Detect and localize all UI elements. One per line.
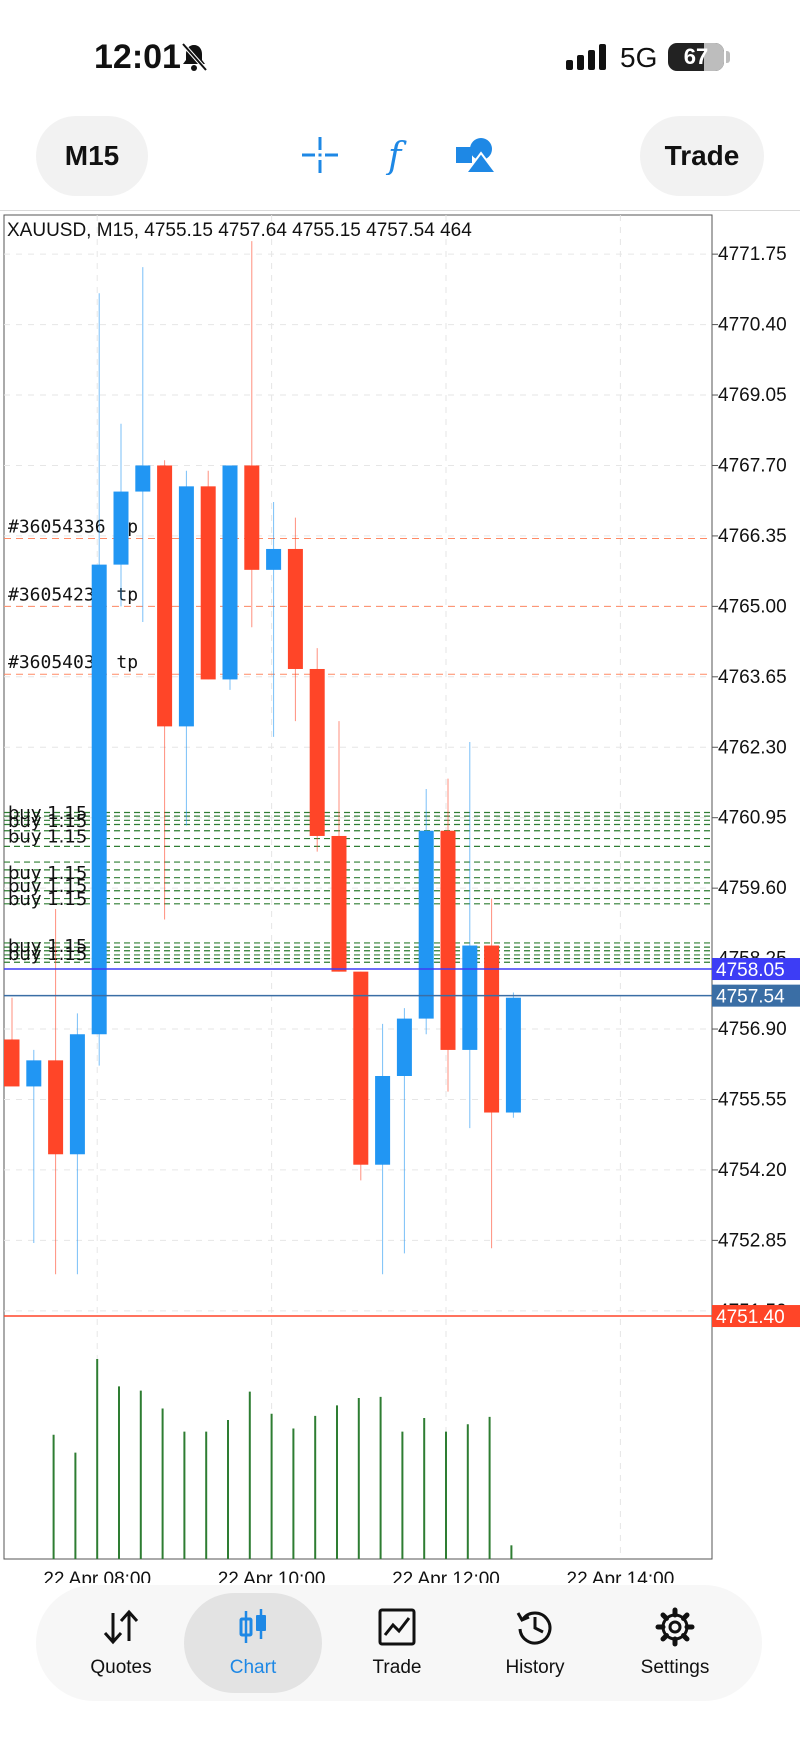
status-bar: 12:01 5G 67	[0, 0, 800, 110]
candle-body[interactable]	[26, 1060, 42, 1087]
bid-level-badge-text: 4758.05	[716, 960, 785, 981]
candle-body[interactable]	[396, 1018, 412, 1076]
battery-tip	[726, 51, 730, 63]
crosshair-icon[interactable]	[295, 130, 345, 180]
candle-body[interactable]	[4, 1039, 20, 1087]
trade-chart-icon	[377, 1607, 417, 1647]
price-tick-label: 4763.65	[718, 667, 787, 688]
time-tick-label: 22 Apr 08:00	[43, 1569, 151, 1583]
candle-body[interactable]	[375, 1076, 391, 1165]
tp-label: #36054239 tp	[8, 584, 138, 605]
quotes-arrows-icon	[101, 1607, 141, 1647]
candle-body[interactable]	[178, 486, 194, 727]
price-chart[interactable]: 4771.75 4770.40 4769.05 4767.70 4766.35 4765.…	[0, 211, 800, 1583]
battery-icon: 67	[668, 43, 724, 71]
status-time: 12:01	[94, 38, 181, 76]
price-tick-label: 4760.95	[718, 808, 787, 829]
nav-history[interactable]: History	[466, 1593, 604, 1693]
battery-level: 67	[683, 44, 709, 69]
time-tick-label: 22 Apr 12:00	[392, 1569, 500, 1583]
buy-order-label: buy 1.15	[8, 944, 87, 965]
candle-body[interactable]	[135, 465, 151, 492]
candle-body[interactable]	[462, 945, 478, 1050]
candle-body[interactable]	[505, 997, 521, 1113]
history-clock-icon	[515, 1607, 555, 1647]
price-tick-label: 4755.55	[718, 1089, 787, 1110]
time-tick-label: 22 Apr 14:00	[567, 1569, 675, 1583]
price-tick-label: 4770.40	[718, 315, 787, 336]
candle-body[interactable]	[484, 945, 500, 1113]
candle-body[interactable]	[113, 491, 129, 565]
chart-frame	[3, 214, 713, 1560]
nav-settings-label: Settings	[640, 1657, 710, 1678]
candle-body[interactable]	[91, 564, 107, 1035]
price-tick-label: 4771.75	[718, 244, 787, 265]
candle-body[interactable]	[69, 1034, 85, 1155]
timeframe-button[interactable]: M15	[36, 116, 148, 196]
buy-order-label: buy 1.15	[8, 889, 87, 910]
price-tick-label: 4759.60	[718, 878, 787, 899]
indicator-f-icon[interactable]: f	[373, 130, 423, 180]
candle-body[interactable]	[287, 548, 303, 669]
candle-body[interactable]	[309, 668, 325, 836]
nav-history-label: History	[505, 1657, 565, 1678]
nav-quotes[interactable]: Quotes	[52, 1593, 190, 1693]
candle-body[interactable]	[418, 830, 434, 1019]
nav-chart-label: Chart	[229, 1657, 277, 1678]
chart-toolbar: M15 f Trade	[0, 110, 800, 211]
nav-chart[interactable]: Chart	[184, 1593, 322, 1693]
price-tick-label: 4767.70	[718, 455, 787, 476]
price-tick-label: 4766.35	[718, 526, 787, 547]
buy-order-label: buy 1.15	[8, 827, 87, 848]
svg-text:f: f	[385, 136, 407, 175]
signal-bars-icon	[566, 44, 610, 75]
price-tick-label: 4769.05	[718, 385, 787, 406]
bottom-nav: Quotes Chart Trade History Settings	[36, 1585, 762, 1701]
price-tick-label: 4752.85	[718, 1230, 787, 1251]
price-tick-label: 4756.90	[718, 1019, 787, 1040]
candle-body[interactable]	[48, 1060, 64, 1155]
tp-label: #36054031 tp	[8, 652, 138, 673]
trade-button[interactable]: Trade	[640, 116, 764, 196]
network-type: 5G	[620, 42, 658, 73]
stop-level-badge-text: 4751.40	[716, 1307, 785, 1328]
candle-body[interactable]	[440, 830, 456, 1050]
price-tick-label: 4765.00	[718, 596, 787, 617]
candle-body[interactable]	[244, 465, 260, 570]
nav-trade-label: Trade	[372, 1657, 422, 1678]
candle-body[interactable]	[331, 835, 347, 972]
candle-body[interactable]	[353, 971, 369, 1165]
nav-settings[interactable]: Settings	[606, 1593, 744, 1693]
candle-body[interactable]	[222, 465, 238, 680]
time-tick-label: 22 Apr 10:00	[218, 1569, 326, 1583]
nav-quotes-label: Quotes	[90, 1657, 152, 1678]
chart-canvas[interactable]: 4771.75 4770.40 4769.05 4767.70 4766.35 4765.…	[0, 211, 800, 1583]
price-tick-label: 4762.30	[718, 737, 787, 758]
chart-ohlc-header: XAUUSD, M15, 4755.15 4757.64 4755.15 475…	[7, 220, 472, 241]
candle-body[interactable]	[157, 465, 173, 727]
gear-icon	[655, 1607, 695, 1647]
nav-trade[interactable]: Trade	[328, 1593, 466, 1693]
candle-body[interactable]	[266, 548, 282, 570]
price-tick-label: 4754.20	[718, 1160, 787, 1181]
objects-icon[interactable]	[451, 130, 501, 180]
candles-icon	[233, 1607, 273, 1647]
last-level-badge-text: 4757.54	[716, 987, 785, 1008]
candle-body[interactable]	[200, 486, 216, 680]
bell-slash-icon	[180, 42, 208, 77]
